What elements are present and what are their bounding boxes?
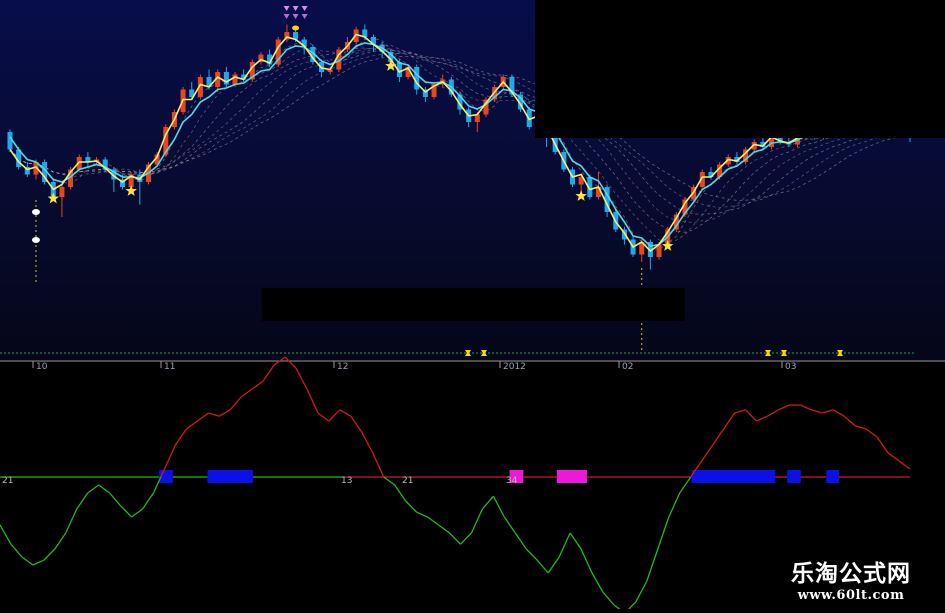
top-dot — [292, 25, 300, 31]
signal-block — [556, 470, 587, 483]
watermark: 乐淘公式网 www.60lt.com — [791, 554, 911, 603]
candle-body — [59, 187, 65, 197]
baseline-label: 21 — [402, 476, 413, 486]
candle-body — [414, 67, 420, 90]
baseline-label: 34 — [506, 476, 518, 486]
axis-tick-label: 03 — [785, 362, 796, 372]
candle-body — [474, 114, 480, 122]
signal-block — [207, 470, 253, 483]
mask-top-right — [535, 0, 945, 138]
stock-chart: 10 11 12 2012 02 03 21 13 21 34 — [0, 0, 945, 613]
axis-tick-label: 2012 — [503, 362, 526, 372]
axis-tick-label: 10 — [36, 362, 48, 372]
chart-stage: 10 11 12 2012 02 03 21 13 21 34 乐淘公式网 www.60lt.c… — [0, 0, 945, 613]
candle — [743, 147, 749, 165]
baseline-label: 13 — [341, 476, 352, 486]
watermark-text: 乐淘公式网 — [791, 561, 911, 587]
bottom-dot — [31, 237, 40, 243]
bottom-dot — [31, 209, 40, 215]
signal-block — [787, 470, 801, 483]
signal-block — [691, 470, 776, 483]
axis-tick-label: 12 — [337, 362, 348, 372]
baseline-label: 21 — [2, 476, 13, 486]
watermark-url: www.60lt.com — [797, 588, 905, 603]
signal-block — [826, 470, 840, 483]
axis-tick-label: 11 — [164, 362, 175, 372]
candle-body — [232, 74, 238, 85]
mask-center — [262, 288, 685, 321]
axis-tick-label: 02 — [622, 362, 633, 372]
